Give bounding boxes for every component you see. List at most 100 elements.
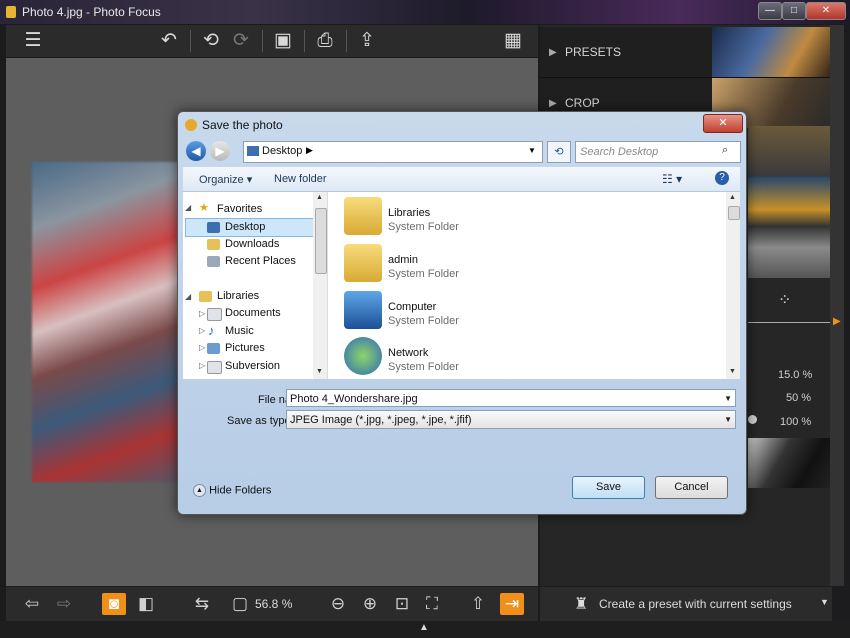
dialog-app-icon: [185, 119, 197, 131]
redo-icon[interactable]: ⟳: [228, 25, 254, 57]
bottom-strip: ▲: [0, 621, 850, 638]
zoom-fit-icon[interactable]: ▢: [228, 593, 252, 615]
save-dialog: Save the photo ✕ ◀ ▶ Desktop ▶ ▼ ⟲ Searc…: [177, 111, 747, 515]
dialog-close-button[interactable]: ✕: [703, 114, 743, 133]
navigation-scrollbar[interactable]: ▲ ▼: [313, 192, 327, 379]
presets-thumbnail: [712, 27, 830, 77]
scroll-down-icon[interactable]: ▼: [729, 368, 736, 375]
create-preset-button[interactable]: Create a preset with current settings: [599, 597, 792, 611]
nav-recent-places[interactable]: Recent Places: [225, 255, 296, 267]
zoom-level[interactable]: 56.8 %: [255, 597, 292, 611]
hide-folders-button[interactable]: ▲ Hide Folders: [193, 484, 271, 497]
value-2: 50 %: [786, 392, 812, 404]
save-type-label: Save as type:: [227, 415, 294, 427]
dropdown-arrow-icon[interactable]: ▼: [724, 411, 732, 429]
revert-icon[interactable]: ↶: [156, 25, 182, 57]
grid-icon[interactable]: ▦: [500, 25, 526, 57]
save-type-select[interactable]: JPEG Image (*.jpg, *.jpeg, *.jpe, *.jfif…: [286, 410, 736, 429]
preset-thumbnails-strip[interactable]: [748, 126, 830, 278]
slider-handle[interactable]: [748, 415, 757, 424]
scroll-thumb[interactable]: [315, 208, 327, 274]
save-icon[interactable]: ▣: [270, 25, 296, 57]
import-icon[interactable]: ⇧: [466, 593, 490, 615]
nav-desktop[interactable]: Desktop: [225, 221, 265, 233]
nav-favorites[interactable]: Favorites: [217, 203, 262, 215]
menu-icon[interactable]: ☰: [20, 25, 46, 57]
zoom-out-icon[interactable]: ⊖: [326, 593, 350, 615]
search-icon[interactable]: ⌕: [722, 144, 728, 157]
side-by-side-icon[interactable]: ⇆: [190, 593, 214, 615]
photo-preview: [32, 162, 182, 482]
address-dropdown-icon[interactable]: ▼: [528, 146, 536, 155]
next-photo-icon[interactable]: ⇨: [52, 593, 76, 615]
nav-downloads[interactable]: Downloads: [225, 238, 279, 250]
expand-arrow-icon[interactable]: ▷: [199, 326, 205, 335]
presets-section[interactable]: ▶ PRESETS: [540, 27, 830, 78]
computer-icon: [344, 291, 382, 329]
expand-arrow-icon: ▶: [549, 47, 557, 58]
toolbar-divider: [262, 30, 263, 52]
expand-arrow-icon[interactable]: ▷: [199, 343, 205, 352]
view-options-icon[interactable]: ☷ ▾: [662, 172, 682, 186]
search-box[interactable]: Search Desktop ⌕: [575, 141, 741, 163]
organize-button[interactable]: Organize ▾: [199, 173, 252, 186]
value-3: 100 %: [780, 416, 812, 428]
print-icon[interactable]: ⎙: [312, 25, 338, 57]
scroll-down-icon[interactable]: ▼: [316, 368, 323, 375]
toolbar-divider: [190, 30, 191, 52]
fit-screen-icon[interactable]: ⛶: [420, 593, 444, 615]
create-preset-bar: ♜ Create a preset with current settings …: [540, 587, 832, 621]
close-window-button[interactable]: ✕: [806, 2, 846, 20]
single-view-icon[interactable]: ◙: [102, 593, 126, 615]
actual-size-icon[interactable]: ⊡: [390, 593, 414, 615]
scroll-up-icon[interactable]: ▲: [729, 194, 736, 201]
save-button[interactable]: Save: [572, 476, 645, 499]
pictures-icon: [207, 343, 220, 354]
refresh-icon[interactable]: ⟲: [547, 141, 571, 163]
expand-arrow-icon: ▶: [549, 98, 557, 109]
scroll-thumb[interactable]: [728, 206, 740, 220]
window-title: Photo 4.jpg - Photo Focus: [22, 5, 161, 19]
compare-view-icon[interactable]: ◧: [134, 593, 158, 615]
help-icon[interactable]: ?: [715, 171, 729, 185]
dropdown-arrow-icon[interactable]: ▼: [820, 597, 829, 607]
collapse-icon: ▲: [193, 484, 206, 497]
preset-thumbnail[interactable]: [748, 438, 830, 488]
address-bar[interactable]: Desktop ▶ ▼: [243, 141, 543, 163]
organize-label: Organize: [199, 174, 244, 186]
nav-documents[interactable]: Documents: [225, 307, 281, 319]
share-icon[interactable]: ⇪: [354, 25, 380, 57]
preset-icon: ♜: [574, 596, 589, 613]
nav-libraries[interactable]: Libraries: [217, 290, 259, 302]
collapse-arrow-icon[interactable]: ◢: [185, 203, 191, 212]
minimize-button[interactable]: —: [758, 2, 782, 20]
expand-up-icon[interactable]: ▲: [419, 622, 429, 633]
expand-arrow-icon[interactable]: ▷: [199, 309, 205, 318]
dropdown-arrow-icon[interactable]: ▼: [724, 390, 732, 408]
forward-arrow-icon[interactable]: ▶: [210, 141, 230, 161]
main-toolbar: ☰ ↶ ⟲ ⟳ ▣ ⎙ ⇪ ▦: [6, 25, 538, 58]
nav-music[interactable]: Music: [225, 325, 254, 337]
cancel-button[interactable]: Cancel: [655, 476, 728, 499]
file-list-scrollbar[interactable]: ▲ ▼: [726, 192, 740, 379]
export-icon[interactable]: ⇥: [500, 593, 524, 615]
expand-arrow-icon[interactable]: ▷: [199, 361, 205, 370]
toolbar-divider: [346, 30, 347, 52]
collapse-arrow-icon[interactable]: ◢: [185, 292, 191, 301]
file-type: System Folder: [388, 268, 459, 280]
zoom-in-icon[interactable]: ⊕: [358, 593, 382, 615]
right-panel-scrollbar[interactable]: [830, 25, 844, 586]
breadcrumb-arrow-icon[interactable]: ▶: [306, 145, 313, 156]
file-name-input[interactable]: Photo 4_Wondershare.jpg ▼: [286, 389, 736, 407]
maximize-button[interactable]: □: [782, 2, 806, 20]
undo-icon[interactable]: ⟲: [198, 25, 224, 57]
desktop-icon: [207, 222, 220, 233]
address-text: Desktop: [262, 145, 303, 157]
scroll-up-icon[interactable]: ▲: [316, 194, 323, 201]
nav-pictures[interactable]: Pictures: [225, 342, 265, 354]
back-arrow-icon[interactable]: ◀: [186, 141, 206, 161]
nav-subversion[interactable]: Subversion: [225, 360, 280, 372]
panel-toggle-arrow-icon[interactable]: ▶: [833, 316, 841, 327]
new-folder-button[interactable]: New folder: [274, 173, 327, 185]
previous-photo-icon[interactable]: ⇦: [20, 593, 44, 615]
